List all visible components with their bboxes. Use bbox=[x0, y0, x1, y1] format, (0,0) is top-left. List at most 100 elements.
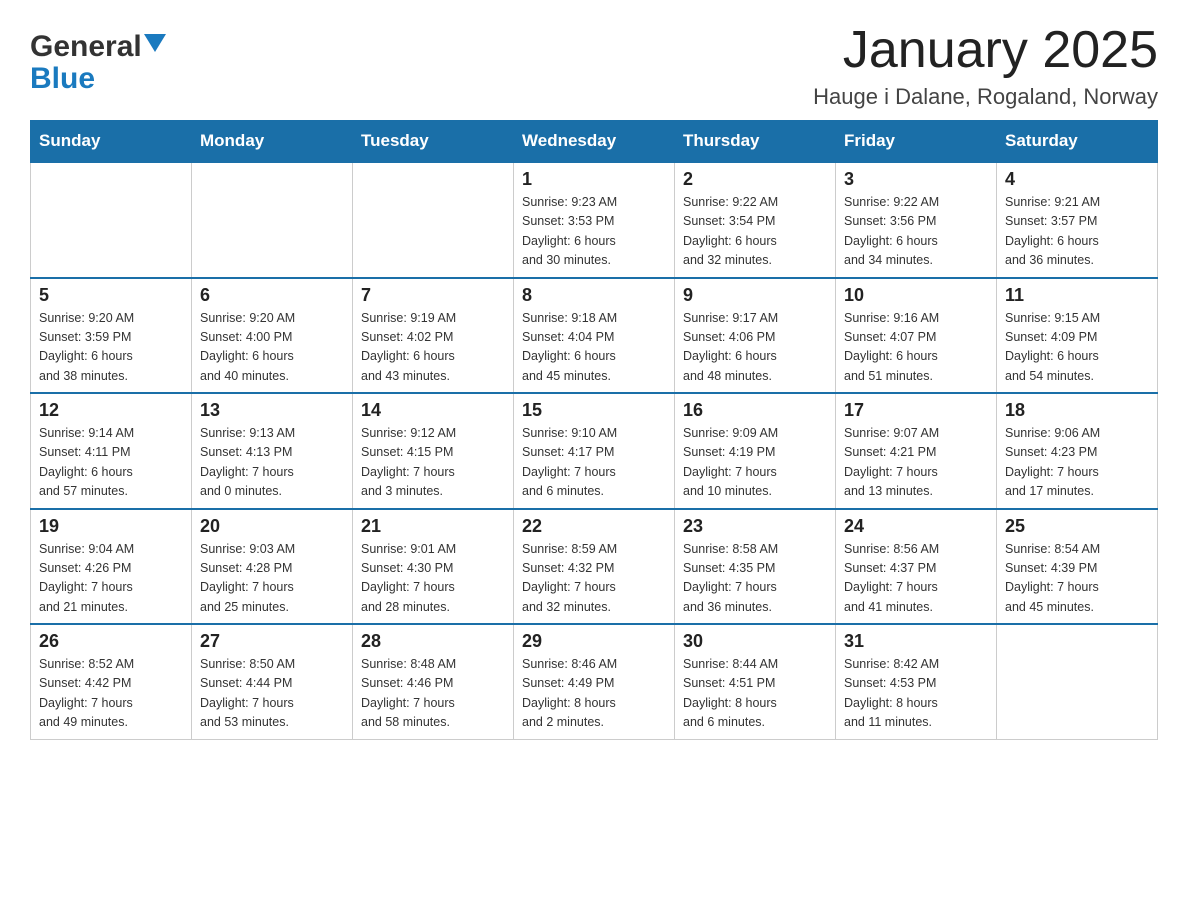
calendar-week-row: 19 Sunrise: 9:04 AM Sunset: 4:26 PM Dayli… bbox=[31, 509, 1158, 625]
calendar-cell: 2 Sunrise: 9:22 AM Sunset: 3:54 PM Daylig… bbox=[675, 162, 836, 278]
calendar-table: Sunday Monday Tuesday Wednesday Thursday… bbox=[30, 120, 1158, 740]
day-info: Sunrise: 9:12 AM Sunset: 4:15 PM Dayligh… bbox=[361, 424, 505, 502]
day-number: 19 bbox=[39, 516, 183, 537]
calendar-cell: 23Sunrise: 8:58 AM Sunset: 4:35 PM Dayli… bbox=[675, 509, 836, 625]
calendar-cell: 16 Sunrise: 9:09 AM Sunset: 4:19 PM Dayli… bbox=[675, 393, 836, 509]
logo-blue: Blue bbox=[30, 62, 95, 95]
day-number: 23 bbox=[683, 516, 827, 537]
day-number: 17 bbox=[844, 400, 988, 421]
day-info: Sunrise: 8:56 AM Sunset: 4:37 PM Dayligh… bbox=[844, 540, 988, 618]
calendar-week-row: 12 Sunrise: 9:14 AM Sunset: 4:11 PM Dayli… bbox=[31, 393, 1158, 509]
day-number: 22 bbox=[522, 516, 666, 537]
header-saturday: Saturday bbox=[997, 121, 1158, 163]
calendar-cell: 24 Sunrise: 8:56 AM Sunset: 4:37 PM Dayli… bbox=[836, 509, 997, 625]
title-section: January 2025 Hauge i Dalane, Rogaland, N… bbox=[813, 20, 1158, 110]
day-info: Sunrise: 9:20 AM Sunset: 3:59 PM Dayligh… bbox=[39, 309, 183, 387]
calendar-week-row: 26Sunrise: 8:52 AM Sunset: 4:42 PM Dayli… bbox=[31, 624, 1158, 739]
calendar-cell: 6 Sunrise: 9:20 AM Sunset: 4:00 PM Daylig… bbox=[192, 278, 353, 394]
calendar-cell bbox=[997, 624, 1158, 739]
calendar-week-row: 1Sunrise: 9:23 AM Sunset: 3:53 PM Daylig… bbox=[31, 162, 1158, 278]
day-info: Sunrise: 8:46 AM Sunset: 4:49 PM Dayligh… bbox=[522, 655, 666, 733]
day-number: 15 bbox=[522, 400, 666, 421]
day-info: Sunrise: 8:44 AM Sunset: 4:51 PM Dayligh… bbox=[683, 655, 827, 733]
day-info: Sunrise: 9:23 AM Sunset: 3:53 PM Dayligh… bbox=[522, 193, 666, 271]
day-info: Sunrise: 9:20 AM Sunset: 4:00 PM Dayligh… bbox=[200, 309, 344, 387]
calendar-cell: 26Sunrise: 8:52 AM Sunset: 4:42 PM Dayli… bbox=[31, 624, 192, 739]
day-info: Sunrise: 9:16 AM Sunset: 4:07 PM Dayligh… bbox=[844, 309, 988, 387]
day-info: Sunrise: 9:10 AM Sunset: 4:17 PM Dayligh… bbox=[522, 424, 666, 502]
day-info: Sunrise: 9:22 AM Sunset: 3:56 PM Dayligh… bbox=[844, 193, 988, 271]
day-number: 24 bbox=[844, 516, 988, 537]
header-sunday: Sunday bbox=[31, 121, 192, 163]
day-number: 21 bbox=[361, 516, 505, 537]
day-number: 18 bbox=[1005, 400, 1149, 421]
day-info: Sunrise: 9:03 AM Sunset: 4:28 PM Dayligh… bbox=[200, 540, 344, 618]
day-number: 3 bbox=[844, 169, 988, 190]
header-monday: Monday bbox=[192, 121, 353, 163]
calendar-cell: 14 Sunrise: 9:12 AM Sunset: 4:15 PM Dayli… bbox=[353, 393, 514, 509]
calendar-cell: 28 Sunrise: 8:48 AM Sunset: 4:46 PM Dayli… bbox=[353, 624, 514, 739]
calendar-cell: 10 Sunrise: 9:16 AM Sunset: 4:07 PM Dayli… bbox=[836, 278, 997, 394]
calendar-cell: 18 Sunrise: 9:06 AM Sunset: 4:23 PM Dayli… bbox=[997, 393, 1158, 509]
day-info: Sunrise: 9:09 AM Sunset: 4:19 PM Dayligh… bbox=[683, 424, 827, 502]
day-number: 8 bbox=[522, 285, 666, 306]
day-info: Sunrise: 9:07 AM Sunset: 4:21 PM Dayligh… bbox=[844, 424, 988, 502]
logo-general: General bbox=[30, 30, 142, 64]
day-info: Sunrise: 9:01 AM Sunset: 4:30 PM Dayligh… bbox=[361, 540, 505, 618]
header-thursday: Thursday bbox=[675, 121, 836, 163]
day-info: Sunrise: 9:18 AM Sunset: 4:04 PM Dayligh… bbox=[522, 309, 666, 387]
calendar-cell: 19 Sunrise: 9:04 AM Sunset: 4:26 PM Dayli… bbox=[31, 509, 192, 625]
calendar-cell: 1Sunrise: 9:23 AM Sunset: 3:53 PM Daylig… bbox=[514, 162, 675, 278]
day-info: Sunrise: 9:15 AM Sunset: 4:09 PM Dayligh… bbox=[1005, 309, 1149, 387]
calendar-title: January 2025 bbox=[813, 20, 1158, 80]
page-header: General Blue January 2025 Hauge i Dalane… bbox=[30, 20, 1158, 110]
header-friday: Friday bbox=[836, 121, 997, 163]
calendar-week-row: 5Sunrise: 9:20 AM Sunset: 3:59 PM Daylig… bbox=[31, 278, 1158, 394]
logo-arrow-icon bbox=[144, 34, 166, 56]
day-info: Sunrise: 8:48 AM Sunset: 4:46 PM Dayligh… bbox=[361, 655, 505, 733]
day-info: Sunrise: 9:06 AM Sunset: 4:23 PM Dayligh… bbox=[1005, 424, 1149, 502]
calendar-cell: 20 Sunrise: 9:03 AM Sunset: 4:28 PM Dayli… bbox=[192, 509, 353, 625]
calendar-cell bbox=[192, 162, 353, 278]
day-number: 27 bbox=[200, 631, 344, 652]
header-tuesday: Tuesday bbox=[353, 121, 514, 163]
day-number: 31 bbox=[844, 631, 988, 652]
calendar-cell: 5Sunrise: 9:20 AM Sunset: 3:59 PM Daylig… bbox=[31, 278, 192, 394]
day-info: Sunrise: 9:17 AM Sunset: 4:06 PM Dayligh… bbox=[683, 309, 827, 387]
calendar-cell: 30Sunrise: 8:44 AM Sunset: 4:51 PM Dayli… bbox=[675, 624, 836, 739]
calendar-cell: 31 Sunrise: 8:42 AM Sunset: 4:53 PM Dayli… bbox=[836, 624, 997, 739]
calendar-cell: 27 Sunrise: 8:50 AM Sunset: 4:44 PM Dayli… bbox=[192, 624, 353, 739]
day-number: 9 bbox=[683, 285, 827, 306]
day-info: Sunrise: 8:42 AM Sunset: 4:53 PM Dayligh… bbox=[844, 655, 988, 733]
day-info: Sunrise: 9:21 AM Sunset: 3:57 PM Dayligh… bbox=[1005, 193, 1149, 271]
header-wednesday: Wednesday bbox=[514, 121, 675, 163]
calendar-cell: 17 Sunrise: 9:07 AM Sunset: 4:21 PM Dayli… bbox=[836, 393, 997, 509]
day-info: Sunrise: 8:59 AM Sunset: 4:32 PM Dayligh… bbox=[522, 540, 666, 618]
day-info: Sunrise: 8:52 AM Sunset: 4:42 PM Dayligh… bbox=[39, 655, 183, 733]
calendar-body: 1Sunrise: 9:23 AM Sunset: 3:53 PM Daylig… bbox=[31, 162, 1158, 739]
calendar-cell: 12 Sunrise: 9:14 AM Sunset: 4:11 PM Dayli… bbox=[31, 393, 192, 509]
day-number: 6 bbox=[200, 285, 344, 306]
day-info: Sunrise: 9:22 AM Sunset: 3:54 PM Dayligh… bbox=[683, 193, 827, 271]
day-info: Sunrise: 8:50 AM Sunset: 4:44 PM Dayligh… bbox=[200, 655, 344, 733]
day-number: 10 bbox=[844, 285, 988, 306]
day-number: 14 bbox=[361, 400, 505, 421]
day-number: 12 bbox=[39, 400, 183, 421]
day-info: Sunrise: 9:14 AM Sunset: 4:11 PM Dayligh… bbox=[39, 424, 183, 502]
calendar-cell: 8 Sunrise: 9:18 AM Sunset: 4:04 PM Daylig… bbox=[514, 278, 675, 394]
day-number: 11 bbox=[1005, 285, 1149, 306]
day-number: 20 bbox=[200, 516, 344, 537]
day-number: 2 bbox=[683, 169, 827, 190]
day-info: Sunrise: 9:13 AM Sunset: 4:13 PM Dayligh… bbox=[200, 424, 344, 502]
calendar-cell: 11 Sunrise: 9:15 AM Sunset: 4:09 PM Dayli… bbox=[997, 278, 1158, 394]
day-number: 13 bbox=[200, 400, 344, 421]
calendar-cell: 22 Sunrise: 8:59 AM Sunset: 4:32 PM Dayli… bbox=[514, 509, 675, 625]
calendar-cell: 9 Sunrise: 9:17 AM Sunset: 4:06 PM Daylig… bbox=[675, 278, 836, 394]
calendar-cell: 21 Sunrise: 9:01 AM Sunset: 4:30 PM Dayli… bbox=[353, 509, 514, 625]
calendar-cell bbox=[353, 162, 514, 278]
day-number: 16 bbox=[683, 400, 827, 421]
day-info: Sunrise: 9:04 AM Sunset: 4:26 PM Dayligh… bbox=[39, 540, 183, 618]
day-number: 29 bbox=[522, 631, 666, 652]
calendar-cell: 4Sunrise: 9:21 AM Sunset: 3:57 PM Daylig… bbox=[997, 162, 1158, 278]
day-number: 28 bbox=[361, 631, 505, 652]
